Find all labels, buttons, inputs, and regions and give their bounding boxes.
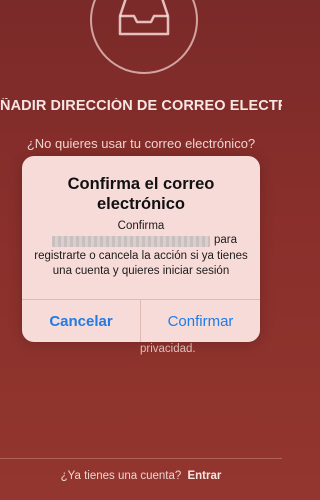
privacy-text: privacidad. [140, 343, 196, 355]
footer-divider [0, 458, 282, 459]
footer-question: ¿Ya tienes una cuenta? [60, 470, 182, 482]
inbox-tray-icon [118, 0, 170, 36]
dialog-title: Confirma el correo electrónico [67, 175, 215, 213]
footer-bar: ¿Ya tienes una cuenta? Entrar [0, 470, 282, 482]
skip-email-link[interactable]: ¿No quieres usar tu correo electrónico? [0, 136, 282, 151]
redacted-email [52, 236, 210, 247]
dialog-message-body: registrarte o cancela la acción si ya ti… [34, 250, 248, 277]
app-logo [90, 0, 198, 74]
dialog-message-intro: Confirma [117, 220, 165, 232]
page-title: ÑADIR DIRECCIÓN DE CORREO ELECTRÓNICO [0, 98, 282, 114]
confirm-email-dialog: Confirma el correo electrónico Confirma … [22, 156, 260, 342]
confirm-button[interactable]: Confirmar [141, 300, 260, 342]
cancel-button[interactable]: Cancelar [22, 300, 140, 342]
sign-in-link[interactable]: Entrar [187, 470, 221, 482]
dialog-message-suffix: para [214, 234, 238, 246]
